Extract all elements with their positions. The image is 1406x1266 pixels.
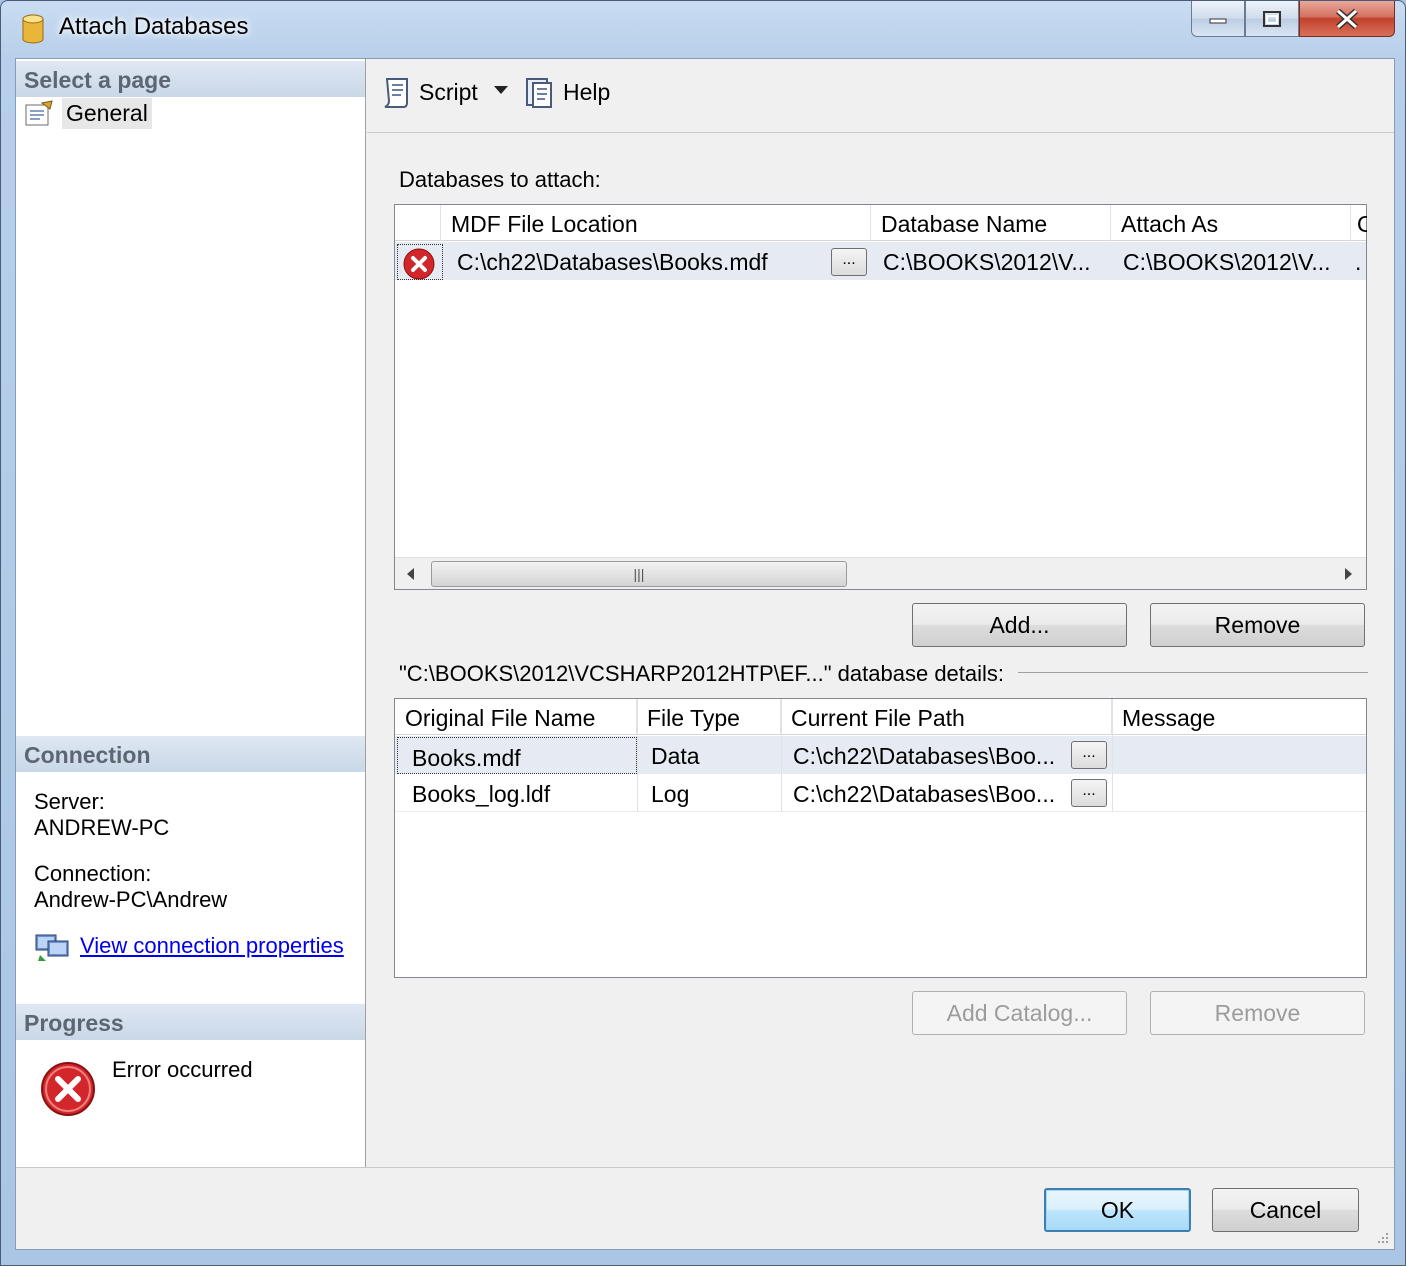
cancel-button[interactable]: Cancel [1212,1188,1359,1232]
window-title: Attach Databases [59,13,249,40]
row-status-cell [397,244,443,280]
remove-database-button[interactable]: Remove [1150,603,1365,647]
header-mdf-file-location[interactable]: MDF File Location [441,205,871,241]
error-icon [41,1062,95,1116]
dialog-client: Select a page General Connection Server:… [15,58,1395,1250]
column-divider [781,699,782,812]
database-icon [22,14,44,44]
help-label: Help [563,78,611,105]
databases-to-attach-label: Databases to attach: [399,167,601,192]
cell-database-name[interactable]: C:\BOOKS\2012\V... [873,242,1103,280]
table-row[interactable]: Books_log.ldf Log C:\ch22\Databases\Boo.… [395,774,1366,812]
connection-properties-icon [35,934,69,961]
header-file-type[interactable]: File Type [637,699,781,735]
add-button[interactable]: Add... [912,603,1127,647]
cell-original-file-name[interactable]: Books.mdf [397,737,637,774]
details-separator [1018,672,1368,673]
browse-file-path-button[interactable]: ... [1071,741,1107,769]
title-bar: Attach Databases [1,1,1406,57]
left-pane: Select a page General Connection Server:… [16,59,366,1167]
script-label: Script [419,78,478,105]
view-connection-properties-link[interactable]: View connection properties [80,933,344,959]
browse-file-path-button[interactable]: ... [1071,779,1107,807]
header-attach-as[interactable]: Attach As [1111,205,1351,241]
resize-grip-icon[interactable] [1374,1229,1390,1245]
databases-grid[interactable]: MDF File Location Database Name Attach A… [394,204,1367,590]
grid-header-status [395,205,441,241]
minimize-button[interactable] [1191,1,1245,37]
header-original-file-name[interactable]: Original File Name [395,699,637,735]
error-icon [403,248,435,280]
cell-attach-as[interactable]: C:\BOOKS\2012\V... [1113,242,1343,280]
progress-header: Progress [16,1004,365,1040]
general-page-icon [25,100,53,126]
connection-header: Connection [16,736,365,772]
ok-button[interactable]: OK [1044,1188,1191,1232]
attach-databases-window: Attach Databases Select a page General C… [0,0,1406,1266]
databases-grid-header: MDF File Location Database Name Attach A… [395,205,1367,241]
header-owner-truncated[interactable]: O [1351,205,1367,241]
column-divider [1112,699,1113,812]
scroll-left-icon[interactable] [405,567,417,581]
window-controls [1191,1,1395,39]
scroll-right-icon[interactable] [1342,567,1354,581]
details-grid-header: Original File Name File Type Current Fil… [395,699,1366,735]
cell-message [1112,736,1366,774]
cell-original-file-name[interactable]: Books_log.ldf [397,774,637,812]
script-dropdown-button[interactable] [491,79,511,99]
close-icon [1336,8,1358,29]
dialog-footer: OK Cancel [16,1167,1394,1249]
connection-label: Connection: [34,861,152,886]
add-catalog-button[interactable]: Add Catalog... [912,991,1127,1035]
chevron-down-icon [494,86,508,94]
cell-file-type: Log [651,781,690,807]
cell-owner-truncated: . [1355,249,1362,275]
header-database-name[interactable]: Database Name [871,205,1111,241]
progress-status: Error occurred [112,1057,253,1082]
table-row[interactable]: Books.mdf Data C:\ch22\Databases\Boo... … [395,736,1366,774]
script-icon [384,78,408,108]
server-label: Server: [34,789,105,814]
server-value: ANDREW-PC [34,815,170,840]
cell-current-file-path[interactable]: C:\ch22\Databases\Boo... [783,774,1063,812]
page-item-general[interactable]: General [24,97,152,129]
restore-icon [1263,10,1281,27]
horizontal-scrollbar[interactable]: ||| [395,557,1366,589]
connection-value: Andrew-PC\Andrew [34,887,228,912]
toolbar: Script Help [367,59,1394,133]
cell-current-file-path[interactable]: C:\ch22\Databases\Boo... [783,736,1063,774]
close-button[interactable] [1299,1,1395,37]
cell-message [1112,774,1366,812]
header-current-file-path[interactable]: Current File Path [781,699,1112,735]
minimize-icon [1209,18,1227,23]
help-button[interactable]: Help [523,75,610,109]
select-page-header: Select a page [16,61,365,97]
maximize-button[interactable] [1245,1,1299,37]
table-row[interactable]: C:\ch22\Databases\Books.mdf ... C:\BOOKS… [395,242,1366,280]
page-item-label: General [62,97,152,129]
header-message[interactable]: Message [1112,699,1366,735]
remove-catalog-button[interactable]: Remove [1150,991,1365,1035]
database-details-label: "C:\BOOKS\2012\VCSHARP2012HTP\EF..." dat… [399,661,1005,686]
help-icon [526,78,552,108]
script-button[interactable]: Script [381,75,478,109]
scrollbar-thumb[interactable]: ||| [431,561,847,587]
column-divider [637,699,638,812]
database-details-grid[interactable]: Original File Name File Type Current Fil… [394,698,1367,978]
browse-mdf-button[interactable]: ... [831,248,867,276]
cell-file-type: Data [651,743,700,769]
cell-mdf-location[interactable]: C:\ch22\Databases\Books.mdf [447,242,817,280]
